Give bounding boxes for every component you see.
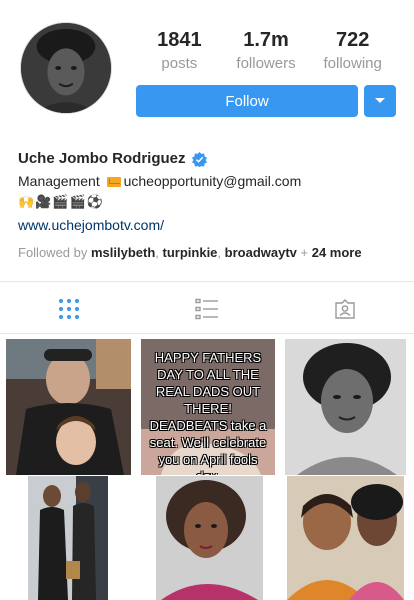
grid-icon [59,299,79,319]
follow-row: Follow [136,85,396,117]
post-thumbnail[interactable]: HAPPY FATHERS DAY TO ALL THE REAL DADS O… [141,339,275,475]
followed-by-prefix: Followed by [18,245,91,260]
tab-tagged[interactable] [276,286,414,332]
following-stat[interactable]: 722 following [309,28,396,76]
post-thumbnail[interactable] [28,476,108,600]
envelope-icon [106,177,121,187]
post-thumbnail[interactable] [287,476,404,600]
following-label: following [323,55,382,72]
post-image [6,339,131,475]
post-image [285,339,406,475]
posts-label: posts [161,55,198,72]
following-count: 722 [335,29,370,51]
bio-management-label: Management [18,173,104,189]
bio-email: ucheopportunity@gmail.com [123,173,302,189]
followed-by-user-2[interactable]: turpinkie [163,245,218,260]
list-icon [195,298,218,320]
follow-button[interactable]: Follow [136,85,358,117]
suggestions-dropdown-button[interactable] [364,85,396,117]
followed-by: Followed by mslilybeth, turpinkie, broad… [18,245,362,260]
followed-by-more[interactable]: 24 more [312,245,362,260]
bio-website-link[interactable]: www.uchejombotv.com/ [18,214,398,236]
post-thumbnail[interactable] [156,476,263,600]
profile-header: 1841 posts 1.7m followers 722 following … [0,0,414,140]
tabs-top-divider [0,281,414,282]
profile-stats: 1841 posts 1.7m followers 722 following [136,28,396,76]
post-caption: HAPPY FATHERS DAY TO ALL THE REAL DADS O… [149,350,267,475]
verified-badge-icon [191,151,207,167]
bio-emojis: 🙌🎥🎬🎬⚽ [18,195,104,210]
tagged-icon [335,299,355,319]
profile-avatar[interactable] [20,22,112,114]
followed-by-user-1[interactable]: mslilybeth [91,245,155,260]
profile-tabs [0,286,414,332]
followed-by-user-3[interactable]: broadwaytv [225,245,297,260]
tabs-bottom-divider [0,333,414,334]
followers-label: followers [236,55,296,72]
post-thumbnail[interactable] [285,339,406,475]
bio-management-line: Management ucheopportunity@gmail.com [18,170,398,192]
caret-down-icon [375,98,385,103]
post-image [287,476,404,600]
followers-stat[interactable]: 1.7m followers [223,28,310,76]
posts-stat[interactable]: 1841 posts [136,28,223,76]
profile-name-row: Uche Jombo Rodriguez [18,148,398,170]
followers-count: 1.7m [243,29,289,51]
profile-bio: Uche Jombo Rodriguez Management ucheoppo… [18,148,398,236]
post-image [156,476,263,600]
posts-count: 1841 [157,29,202,51]
post-thumbnail[interactable] [6,339,131,475]
avatar-image [21,23,111,113]
tab-list[interactable] [138,286,276,332]
tab-grid[interactable] [0,286,138,332]
post-image [28,476,108,600]
profile-name: Uche Jombo Rodriguez [18,150,186,167]
